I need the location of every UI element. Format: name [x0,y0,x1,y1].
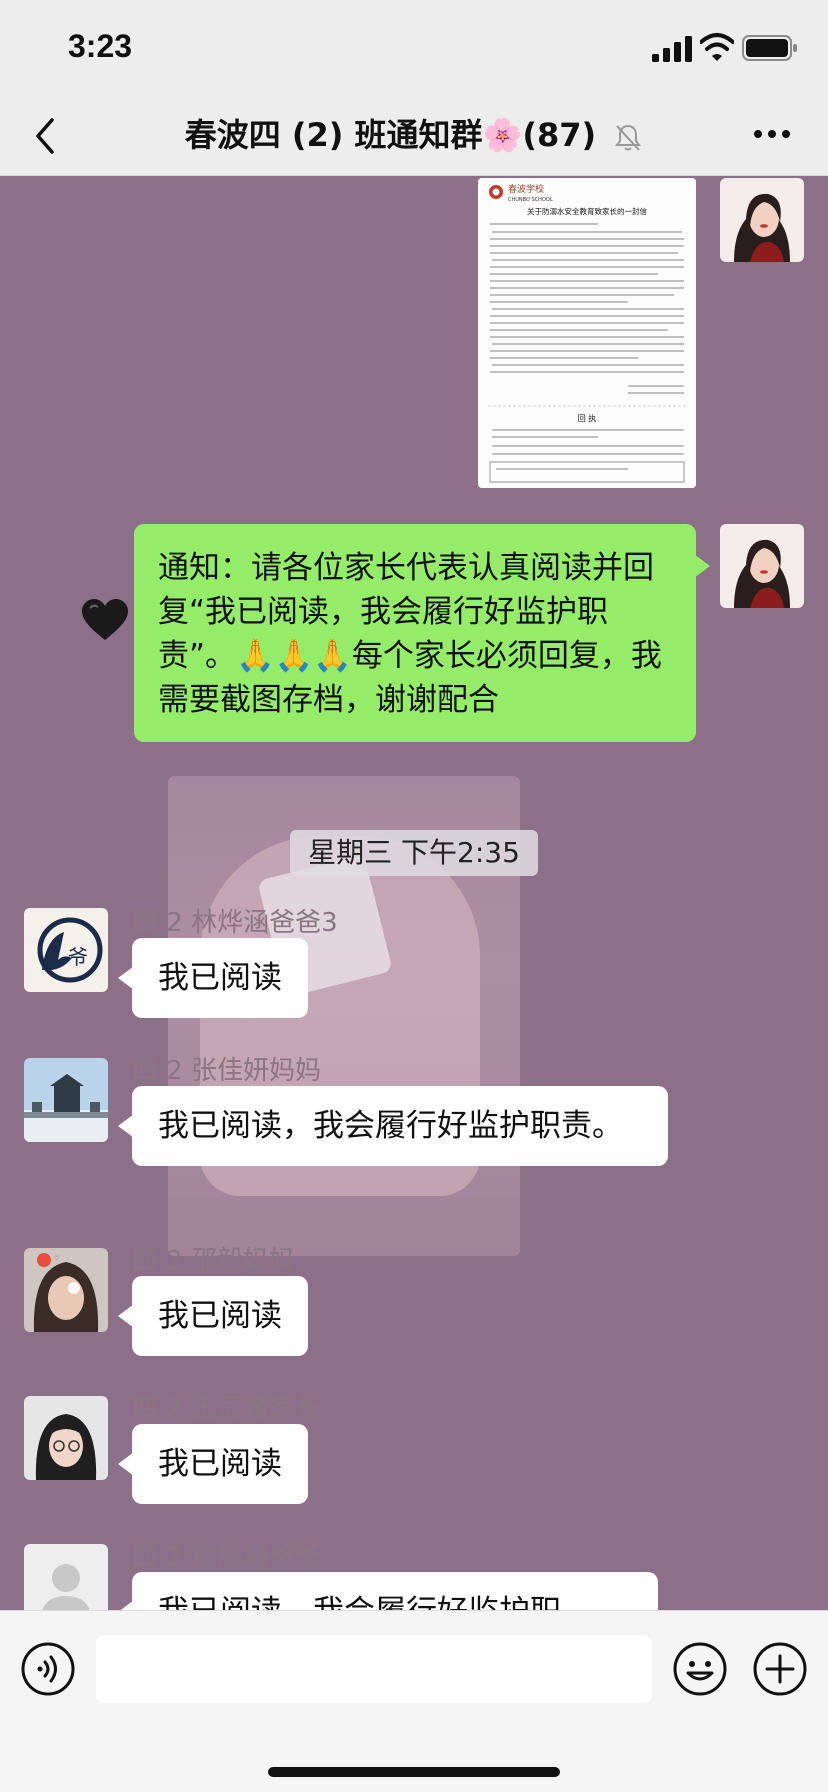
message-text: 我已阅读，我会履行好监护职责。 [158,1108,623,1144]
doc-receipt-title: 回 执 [578,413,597,423]
status-time: 3:23 [68,28,133,64]
message-text: 我已阅读 [158,960,282,996]
plus-icon[interactable] [752,1641,808,1697]
chat-title[interactable]: 春波四 (2) 班通知群🌸(87) [0,110,828,156]
svg-text:爷: 爷 [68,945,88,969]
muted-bell-icon [615,124,642,151]
teacher-notice-bubble[interactable]: 通知：请各位家长代表认真阅读并回复“我已阅读，我会履行好监护职责”。🙏🙏🙏每个家… [134,524,710,742]
message-bubble[interactable]: 我已阅读 [118,938,308,1018]
black-heart-icon [82,599,128,640]
chat-header: 春波四 (2) 班通知群🌸(87) [0,96,828,176]
sender-name: 四 2 张佳妍妈妈 [132,1056,322,1086]
message-text: 我已阅读 [158,1446,282,1482]
doc-school-name: 春波学校 [508,183,544,195]
wifi-icon [700,33,734,61]
avatar[interactable]: ♡ [24,1248,108,1332]
message-bubble[interactable]: 我已阅读 [118,1276,308,1356]
message-bubble[interactable]: 我已阅读，我会履行好监护职 [118,1572,658,1610]
chat-title-text: 春波四 (2) 班通知群🌸(87) [184,116,597,154]
more-dots-icon[interactable] [752,126,792,142]
chat-message-list[interactable]: 春波学校 CHUNBO SCHOOL 关于防溺水安全教育致家长的一封信 回 执 … [0,176,828,1610]
teacher-avatar[interactable] [720,524,804,608]
sender-name: 四 2 詹晨瑞爷爷 [132,1542,322,1572]
message-bubble[interactable]: 我已阅读 [118,1424,308,1504]
message-text: 我已阅读 [158,1298,282,1334]
doc-heading: 关于防溺水安全教育致家长的一封信 [527,206,647,216]
avatar[interactable]: 爷 [24,908,108,992]
sender-name: 四 2 邵毅妈妈 [132,1246,296,1276]
emoji-icon[interactable] [672,1641,728,1697]
avatar[interactable] [24,1544,108,1610]
message-input-bar [0,1610,828,1792]
doc-school-name-en: CHUNBO SCHOOL [508,197,553,203]
avatar[interactable] [24,1058,108,1142]
avatar[interactable] [24,1396,108,1480]
message-timestamp: 星期三 下午2:35 [290,830,538,876]
document-image[interactable]: 春波学校 CHUNBO SCHOOL 关于防溺水安全教育致家长的一封信 回 执 [478,178,696,488]
home-indicator[interactable] [268,1767,560,1777]
sender-name: 四 2 林烨涵爸爸3 [132,908,338,938]
document-preview: 春波学校 CHUNBO SCHOOL 关于防溺水安全教育致家长的一封信 回 执 [478,178,696,488]
voice-icon[interactable] [20,1641,76,1697]
sender-name: 四 2 王冠希家长 [132,1394,322,1424]
svg-text:♡: ♡ [54,1255,59,1262]
signal-icon [652,36,692,62]
teacher-avatar[interactable] [720,178,804,262]
message-text: 我已阅读，我会履行好监护职 [158,1594,561,1610]
teacher-notice-text: 通知：请各位家长代表认真阅读并回复“我已阅读，我会履行好监护职责”。🙏🙏🙏每个家… [158,550,662,718]
status-bar: 3:23 [0,0,828,96]
message-bubble[interactable]: 我已阅读，我会履行好监护职责。 [118,1086,668,1166]
message-input[interactable] [96,1635,652,1703]
battery-icon [742,35,797,61]
